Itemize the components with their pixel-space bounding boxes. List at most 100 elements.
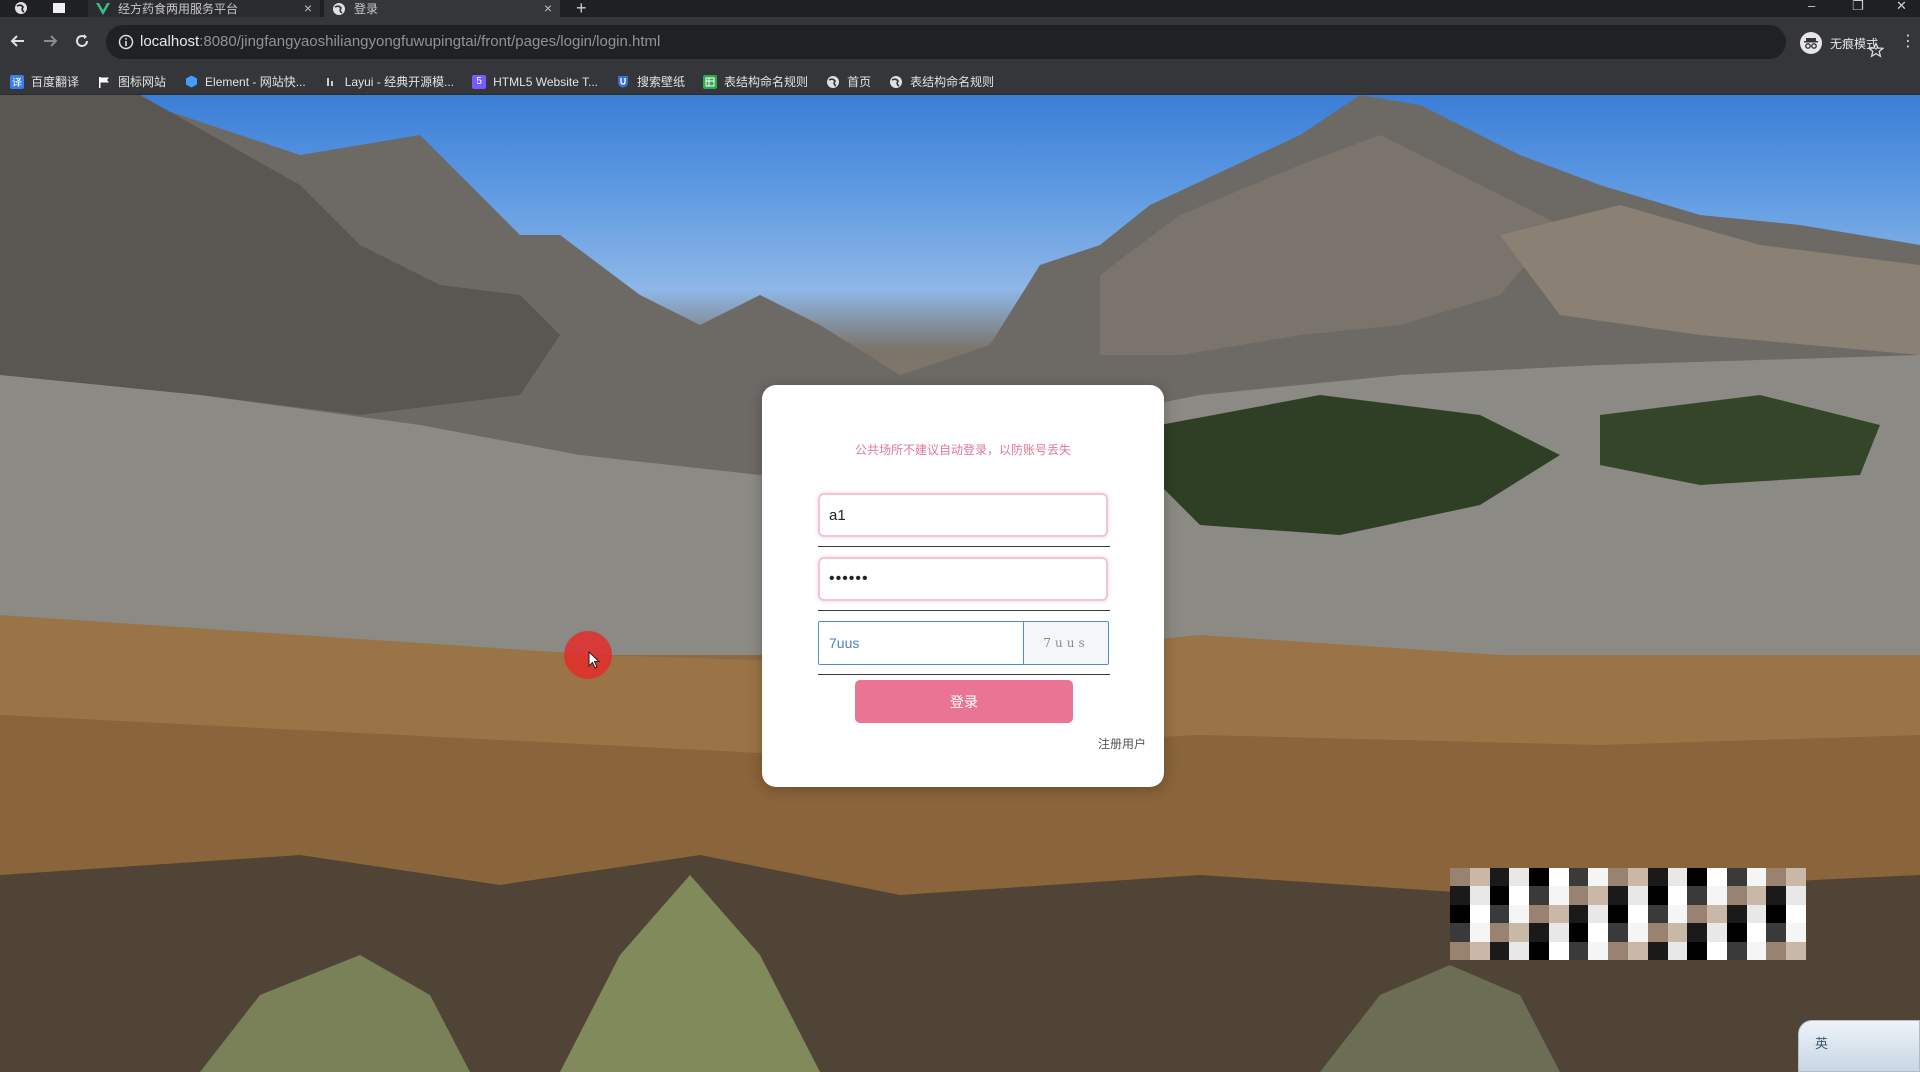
login-button[interactable]: 登录 <box>855 680 1073 723</box>
mosaic-cell <box>1469 941 1490 960</box>
mosaic-cell <box>1628 886 1648 905</box>
bookmark-baidu-translate[interactable]: 译 百度翻译 <box>10 73 79 90</box>
browser-menu-icon[interactable]: ⋮ <box>1900 31 1916 51</box>
mosaic-cell <box>1726 904 1747 924</box>
mosaic-cell <box>1529 904 1549 924</box>
mosaic-cell <box>1509 904 1530 924</box>
bookmark-element[interactable]: Element - 网站快... <box>184 73 306 90</box>
back-arrow-icon[interactable] <box>8 31 28 51</box>
password-input[interactable] <box>818 557 1108 601</box>
mosaic-cell <box>1746 941 1767 960</box>
mosaic-cell <box>1469 904 1490 924</box>
username-row <box>818 493 1110 547</box>
mosaic-cell <box>1647 886 1668 905</box>
layui-icon <box>324 75 338 89</box>
ime-mode-label: 英 <box>1815 1036 1829 1051</box>
mosaic-cell <box>1548 886 1569 905</box>
tab-platform[interactable]: 经方药食两用服务平台 × <box>88 0 320 17</box>
mosaic-cell <box>1450 904 1470 924</box>
mosaic-cell <box>1766 941 1787 960</box>
mosaic-cell <box>1766 904 1787 924</box>
mosaic-cell <box>1608 904 1628 924</box>
tab-title: 经方药食两用服务平台 <box>118 2 239 16</box>
login-card: 公共场所不建议自动登录，以防账号丢失 7uus 登录 注册用户 <box>762 385 1164 787</box>
mosaic-cell <box>1548 904 1569 924</box>
ime-language-toolbar[interactable]: 英 <box>1798 1020 1920 1072</box>
tab-login[interactable]: 登录 × <box>324 0 560 17</box>
username-input[interactable] <box>818 493 1108 537</box>
mosaic-cell <box>1667 941 1688 960</box>
mosaic-cell <box>1489 923 1510 942</box>
close-tab-icon[interactable]: × <box>304 0 312 16</box>
html5-badge-icon: 5 <box>472 74 487 89</box>
reload-icon[interactable] <box>72 31 92 51</box>
site-info-icon[interactable] <box>118 34 134 50</box>
tab-search-icon[interactable] <box>52 1 66 15</box>
bookmark-icon-site[interactable]: 图标网站 <box>97 73 166 90</box>
bookmark-wallpaper-search[interactable]: 搜索壁纸 <box>616 73 685 90</box>
mosaic-cell <box>1628 868 1648 887</box>
mosaic-cell <box>1647 904 1668 924</box>
mosaic-cell <box>1667 904 1688 924</box>
mosaic-cell <box>1786 886 1806 905</box>
mosaic-cell <box>1746 923 1767 942</box>
bookmark-table-naming[interactable]: 表结构命名规则 <box>703 73 808 90</box>
password-row <box>818 557 1110 611</box>
mosaic-cell <box>1588 886 1609 905</box>
forward-arrow-icon[interactable] <box>40 31 60 51</box>
incognito-icon <box>1800 32 1822 54</box>
mosaic-cell <box>1746 904 1767 924</box>
mosaic-cell <box>1529 923 1549 942</box>
captcha-row: 7uus <box>818 621 1110 675</box>
mosaic-cell <box>1588 904 1609 924</box>
captcha-input[interactable] <box>818 621 1024 665</box>
mosaic-cell <box>1548 941 1569 960</box>
register-link[interactable]: 注册用户 <box>1098 735 1146 752</box>
mosaic-cell <box>1687 904 1708 924</box>
mosaic-cell <box>1647 868 1668 887</box>
mosaic-cell <box>1529 941 1549 960</box>
mosaic-cell <box>1450 886 1470 905</box>
mosaic-cell <box>1687 941 1708 960</box>
mosaic-cell <box>1608 923 1628 942</box>
element-hexagon-icon <box>184 75 198 89</box>
address-bar[interactable]: localhost:8080/jingfangyaoshiliangyongfu… <box>106 25 1885 59</box>
mosaic-cell <box>1746 886 1767 905</box>
globe-icon <box>332 2 346 16</box>
mosaic-cell <box>1687 886 1708 905</box>
restore-icon[interactable]: ❐ <box>1852 0 1864 14</box>
mosaic-cell <box>1726 886 1747 905</box>
bookmarks-bar: 译 百度翻译 图标网站 Element - 网站快... Layui - 经典开… <box>0 69 1920 95</box>
mosaic-cell <box>1647 941 1668 960</box>
mosaic-cell <box>1707 941 1727 960</box>
bookmark-layui[interactable]: Layui - 经典开源模... <box>324 73 454 90</box>
close-window-icon[interactable]: ✕ <box>1896 0 1907 14</box>
bookmark-table-naming-2[interactable]: 表结构命名规则 <box>889 73 994 90</box>
incognito-profile-button[interactable]: 无痕模式 <box>1800 31 1878 55</box>
mosaic-cell <box>1766 886 1787 905</box>
mosaic-cell <box>1628 923 1648 942</box>
bookmark-home[interactable]: 首页 <box>826 73 871 90</box>
mosaic-cell <box>1548 868 1569 887</box>
mosaic-cell <box>1786 923 1806 942</box>
minimize-icon[interactable]: – <box>1808 0 1815 13</box>
mosaic-cell <box>1529 868 1549 887</box>
url-text[interactable]: localhost:8080/jingfangyaoshiliangyongfu… <box>140 33 660 50</box>
bookmark-html5-templates[interactable]: 5 HTML5 Website T... <box>472 74 598 89</box>
captcha-image[interactable]: 7uus <box>1023 621 1109 665</box>
mosaic-cell <box>1548 923 1569 942</box>
mosaic-cell <box>1568 868 1589 887</box>
mouse-pointer-icon <box>588 651 600 669</box>
auto-login-notice: 公共场所不建议自动登录，以防账号丢失 <box>854 443 1071 457</box>
mosaic-cell <box>1726 923 1747 942</box>
u-shield-icon <box>616 75 630 89</box>
tab-title: 登录 <box>354 2 379 16</box>
mosaic-cell <box>1707 886 1727 905</box>
mosaic-cell <box>1786 904 1806 924</box>
close-tab-icon[interactable]: × <box>544 0 552 16</box>
mosaic-cell <box>1568 941 1589 960</box>
mosaic-cell <box>1509 886 1530 905</box>
mosaic-cell <box>1687 868 1708 887</box>
chrome-globe-icon[interactable] <box>14 1 28 15</box>
mosaic-cell <box>1588 923 1609 942</box>
